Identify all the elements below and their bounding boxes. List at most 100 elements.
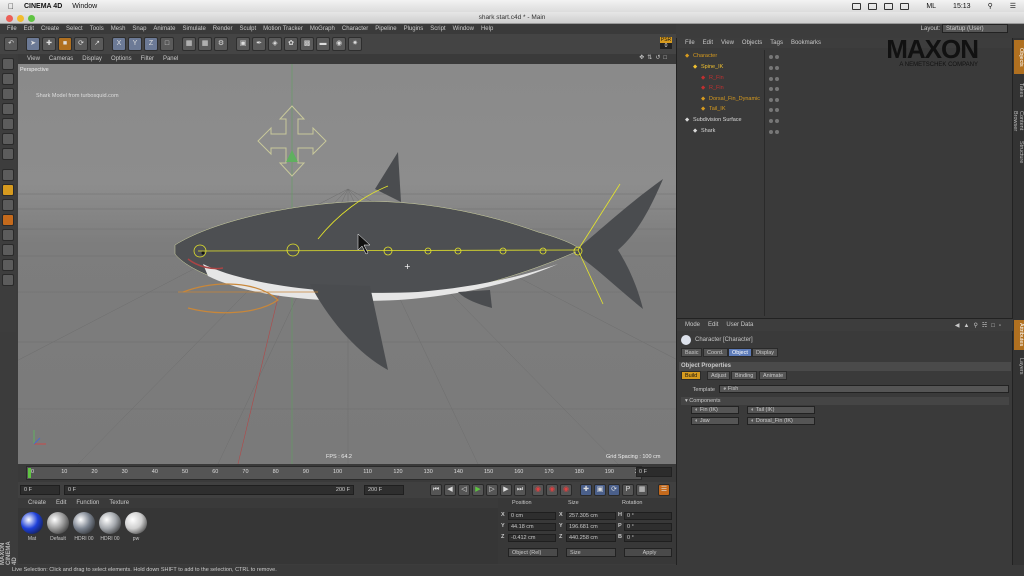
- planar-workplane-icon[interactable]: [2, 259, 14, 271]
- render-picture-viewer-button[interactable]: ▦: [198, 37, 212, 51]
- attribute-menu-edit[interactable]: Edit: [708, 322, 718, 328]
- enable-axis-icon[interactable]: [2, 169, 14, 181]
- right-tab-structure[interactable]: Structure: [1014, 138, 1024, 166]
- viewport-menu-display[interactable]: Display: [82, 56, 102, 62]
- window-menu[interactable]: Window: [72, 3, 97, 10]
- model-mode-icon[interactable]: [2, 73, 14, 85]
- record-scale-button[interactable]: ▣: [594, 484, 606, 496]
- snap-icon[interactable]: [2, 199, 14, 211]
- material-swatch[interactable]: Mat: [20, 512, 44, 548]
- tab-display[interactable]: Display: [752, 348, 779, 357]
- deformer-button[interactable]: ▩: [300, 37, 314, 51]
- component-button[interactable]: ◐ Dorsal_Fin (IK): [747, 417, 815, 425]
- menu-select[interactable]: Select: [66, 26, 83, 32]
- visibility-dots-icon[interactable]: [769, 117, 783, 123]
- wifi-icon[interactable]: [884, 2, 894, 10]
- object-row[interactable]: ◆ Dorsal_Fin_Dynamic: [679, 94, 859, 104]
- timeline-window-button[interactable]: ☰: [658, 484, 670, 496]
- size-field[interactable]: 257.305 cm: [566, 512, 616, 520]
- clock[interactable]: 15:13: [953, 3, 971, 10]
- object-menu-edit[interactable]: Edit: [703, 40, 713, 46]
- menu-simulate[interactable]: Simulate: [182, 26, 205, 32]
- record-pla-button[interactable]: ▦: [636, 484, 648, 496]
- tab-basic[interactable]: Basic: [681, 348, 703, 357]
- record-rotation-button[interactable]: ⟳: [608, 484, 620, 496]
- menu-sculpt[interactable]: Sculpt: [239, 26, 256, 32]
- tab-object[interactable]: Object: [728, 348, 752, 357]
- timemachine-icon[interactable]: [868, 2, 878, 10]
- position-field[interactable]: 44.18 cm: [508, 523, 556, 531]
- edges-mode-icon[interactable]: [2, 133, 14, 145]
- screen-icon[interactable]: [852, 2, 862, 10]
- floor-button[interactable]: ▬: [316, 37, 330, 51]
- right-tab-objects[interactable]: Objects: [1014, 40, 1024, 74]
- cube-button[interactable]: ▣: [236, 37, 250, 51]
- polygons-mode-icon[interactable]: [2, 148, 14, 160]
- right-tab-content-browser[interactable]: Content Browser: [1012, 106, 1024, 136]
- menu-edit[interactable]: Edit: [24, 26, 34, 32]
- rotation-field[interactable]: 0 °: [624, 523, 672, 531]
- viewport-menu-cameras[interactable]: Cameras: [49, 56, 73, 62]
- object-menu-bookmarks[interactable]: Bookmarks: [791, 40, 821, 46]
- right-tab-takes[interactable]: Takes: [1014, 78, 1024, 102]
- timeline-ruler[interactable]: 0 10 20 30 40 50 60 70 80 90 100 110 120 130 140 150 160…: [26, 466, 644, 480]
- menu-pipeline[interactable]: Pipeline: [375, 26, 396, 32]
- visibility-dots-icon[interactable]: [769, 75, 783, 81]
- menu-window[interactable]: Window: [453, 26, 474, 32]
- subtab-binding[interactable]: Binding: [731, 371, 758, 380]
- notifications-icon[interactable]: ☰: [1010, 2, 1016, 10]
- scale-tool-button[interactable]: ■: [58, 37, 72, 51]
- record-parameter-button[interactable]: P: [622, 484, 634, 496]
- x-axis-button[interactable]: X: [112, 37, 126, 51]
- tab-coord[interactable]: Coord.: [703, 348, 728, 357]
- search-icon[interactable]: ⚲: [988, 2, 993, 10]
- viewport[interactable]: + Perspective Shark Model from turbosqui…: [18, 64, 676, 464]
- preview-range-slider[interactable]: 0 F 200 F: [64, 485, 354, 495]
- undo-button[interactable]: ↶: [4, 37, 18, 51]
- object-menu-view[interactable]: View: [721, 40, 734, 46]
- position-field[interactable]: 0 cm: [508, 512, 556, 520]
- visibility-dots-icon[interactable]: [769, 106, 783, 112]
- tweak-mode-icon[interactable]: [2, 184, 14, 196]
- points-mode-icon[interactable]: [2, 118, 14, 130]
- attribute-nav-icons[interactable]: ◀▲⚲☵□▫: [955, 322, 1005, 329]
- end-frame-field[interactable]: 200 F: [364, 485, 404, 495]
- zoom-window-button[interactable]: [28, 15, 35, 22]
- object-row[interactable]: ◆ Spine_IK: [679, 62, 859, 72]
- menu-script[interactable]: Script: [430, 26, 445, 32]
- previous-key-button[interactable]: ◀: [444, 484, 456, 496]
- camera-button[interactable]: ◉: [332, 37, 346, 51]
- subtab-animate[interactable]: Animate: [759, 371, 788, 380]
- rotation-field[interactable]: 0 °: [624, 512, 672, 520]
- rotation-field[interactable]: 0 °: [624, 534, 672, 542]
- sculpt-icon[interactable]: [2, 229, 14, 241]
- volume-icon[interactable]: [900, 2, 910, 10]
- menu-motion-tracker[interactable]: Motion Tracker: [263, 26, 303, 32]
- object-row[interactable]: ◆ Tail_IK: [679, 104, 859, 114]
- viewport-nav-icons[interactable]: ✥⇅↺□: [639, 54, 670, 61]
- material-menu-edit[interactable]: Edit: [56, 500, 66, 506]
- template-dropdown[interactable]: ◕ Fish: [719, 385, 1009, 393]
- make-editable-icon[interactable]: [2, 58, 14, 70]
- component-button[interactable]: ◐ Fin (IK): [691, 406, 739, 414]
- viewport-menu-filter[interactable]: Filter: [141, 56, 154, 62]
- subtab-adjust[interactable]: Adjust: [707, 371, 731, 380]
- menu-animate[interactable]: Animate: [153, 26, 175, 32]
- object-menu-file[interactable]: File: [685, 40, 695, 46]
- last-tool-button[interactable]: ↗: [90, 37, 104, 51]
- start-frame-field[interactable]: 0 F: [20, 485, 60, 495]
- component-button[interactable]: ◐ Jaw: [691, 417, 739, 425]
- user-name[interactable]: ML: [926, 3, 936, 10]
- z-axis-button[interactable]: Z: [144, 37, 158, 51]
- size-field[interactable]: 196.681 cm: [566, 523, 616, 531]
- subdivision-button[interactable]: ◈: [268, 37, 282, 51]
- subtab-build[interactable]: Build: [681, 371, 702, 380]
- coordinate-mode-dropdown[interactable]: Object (Rel): [508, 548, 558, 557]
- viewport-menu-panel[interactable]: Panel: [163, 56, 178, 62]
- menu-create[interactable]: Create: [41, 26, 59, 32]
- apple-icon[interactable]: : [8, 2, 14, 11]
- object-row[interactable]: ◆ R_Fin: [679, 83, 859, 93]
- visibility-dots-icon[interactable]: [769, 96, 783, 102]
- autokey-button[interactable]: ◉: [546, 484, 558, 496]
- material-swatch[interactable]: pw: [124, 512, 148, 548]
